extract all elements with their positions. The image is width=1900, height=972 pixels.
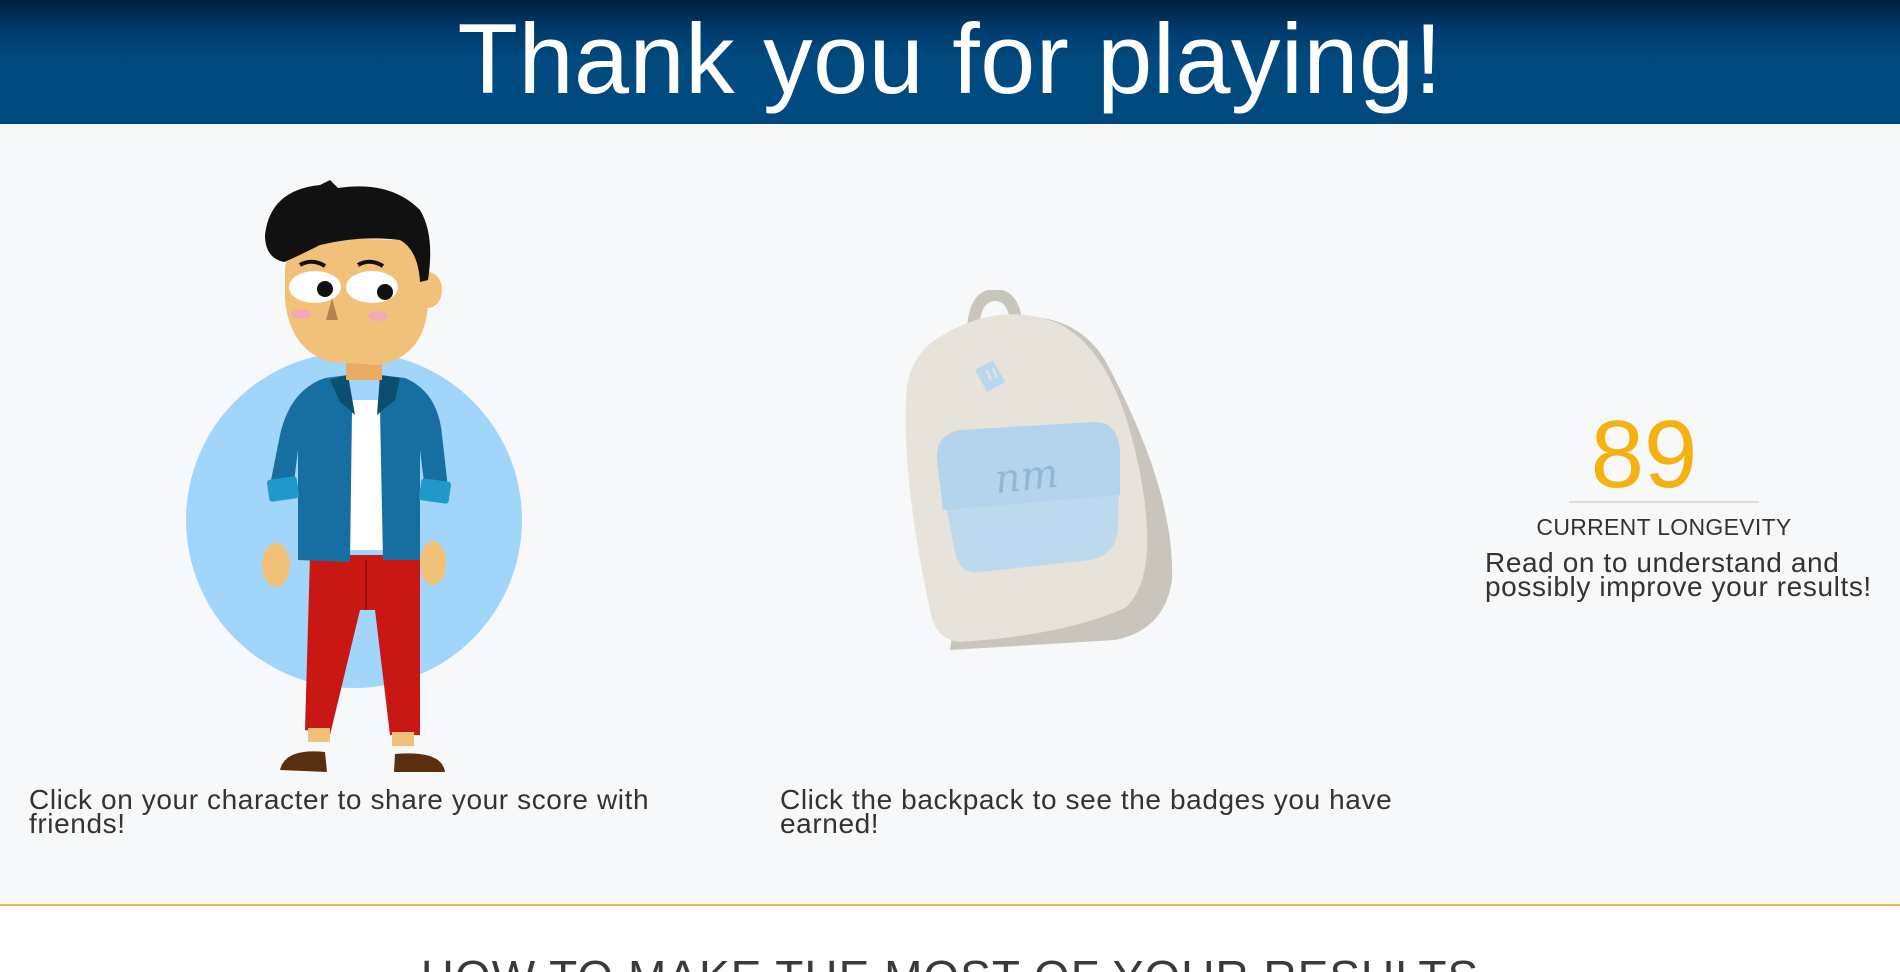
longevity-label: CURRENT LONGEVITY [1536,514,1792,540]
character-caption: Click on your character to share your sc… [29,784,650,839]
results-heading: HOW TO MAKE THE MOST OF YOUR RESULTS [0,952,1900,972]
backpack-patch-text: nm [992,451,1060,503]
header-banner: Thank you for playing! [0,0,1900,124]
character-avatar[interactable] [180,180,530,780]
backpack[interactable]: nm [895,288,1185,655]
longevity-score: 89 [1590,401,1698,508]
backpack-caption: Click the backpack to see the badges you… [780,784,1393,839]
character-illustration [186,180,522,772]
results-section: HOW TO MAKE THE MOST OF YOUR RESULTS [0,906,1900,972]
backpack-icon: nm [905,288,1173,650]
score-description: Read on to understand and possibly impro… [1485,547,1872,602]
score-divider [1569,501,1759,503]
page-title: Thank you for playing! [457,3,1443,114]
